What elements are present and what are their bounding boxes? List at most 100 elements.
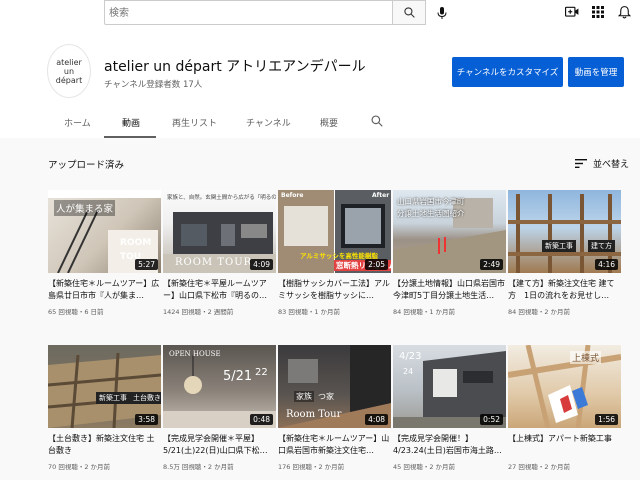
thumbnail-caption: つ家 bbox=[318, 392, 334, 401]
thumbnail-caption: OPEN HOUSE bbox=[169, 350, 221, 358]
customize-channel-button[interactable]: チャンネルをカスタマイズ bbox=[452, 57, 563, 87]
manage-videos-button[interactable]: 動画を管理 bbox=[568, 57, 624, 87]
section-title: アップロード済み bbox=[48, 160, 125, 171]
video-card[interactable]: 家族 つ家 Room Tour 4:08 【新築住宅＊ルームツアー】山口県岩国市… bbox=[278, 345, 391, 471]
tab-channels[interactable]: チャンネル bbox=[246, 116, 291, 129]
channel-avatar[interactable]: atelier un départ bbox=[47, 44, 91, 98]
tab-home[interactable]: ホーム bbox=[64, 116, 91, 129]
video-card[interactable]: 家族と、自然。玄関土間から広がる『明るの家』 ROOM TOUR 4:09 【新… bbox=[163, 190, 276, 316]
thumbnail-caption: 家族と、自然。玄関土間から広がる『明るの家』 bbox=[167, 195, 276, 201]
video-title[interactable]: 【土台敷き】新築注文住宅 土台敷き bbox=[48, 433, 161, 457]
video-thumbnail[interactable]: 家族 つ家 Room Tour 4:08 bbox=[278, 345, 391, 428]
apps-button[interactable] bbox=[590, 4, 606, 20]
video-duration: 4:09 bbox=[250, 259, 273, 270]
thumbnail-caption: 新築工事 bbox=[542, 240, 576, 252]
thumbnail-caption: ROOM bbox=[120, 238, 152, 248]
video-duration: 3:58 bbox=[135, 414, 158, 425]
thumbnail-caption: 5/21 bbox=[223, 369, 253, 384]
video-card[interactable]: 新築工事 土台敷き 3:58 【土台敷き】新築注文住宅 土台敷き 70 回視聴・… bbox=[48, 345, 161, 471]
avatar-line: départ bbox=[55, 75, 83, 85]
video-thumbnail[interactable]: 新築工事 土台敷き 3:58 bbox=[48, 345, 161, 428]
create-button[interactable] bbox=[564, 4, 580, 20]
video-title[interactable]: 【建て方】新築注文住宅 建て方 1日の流れをお見せし… bbox=[508, 278, 621, 302]
video-duration: 4:16 bbox=[595, 259, 618, 270]
video-duration: 2:05 bbox=[365, 259, 388, 270]
video-title[interactable]: 【新築住宅＊平屋ルームツアー】山口県下松市『明るの… bbox=[163, 278, 276, 302]
video-title[interactable]: 【樹脂サッシカバー工法】アルミサッシを樹脂サッシに… bbox=[278, 278, 391, 302]
avatar-line: atelier bbox=[56, 57, 82, 67]
channel-tabs: ホーム 動画 再生リスト チャンネル 概要 bbox=[0, 110, 640, 138]
search-icon bbox=[403, 7, 415, 18]
video-meta: 70 回視聴・2 か月前 bbox=[48, 463, 111, 471]
search-button[interactable] bbox=[392, 0, 426, 25]
video-meta: 83 回視聴・1 か月前 bbox=[278, 308, 341, 316]
search-box[interactable] bbox=[104, 0, 392, 25]
sort-button[interactable]: 並べ替え bbox=[575, 157, 629, 170]
tab-playlists[interactable]: 再生リスト bbox=[172, 116, 217, 129]
tab-videos[interactable]: 動画 bbox=[122, 116, 140, 129]
video-card[interactable]: 上棟式 1:56 【上棟式】アパート新築工事 27 回視聴・2 か月前 bbox=[508, 345, 621, 471]
thumbnail-caption: 新築工事 bbox=[96, 392, 130, 404]
video-duration: 4:08 bbox=[365, 414, 388, 425]
video-title[interactable]: 【分譲土地情報】山口県岩国市今津町5丁目分譲土地生活… bbox=[393, 278, 506, 302]
video-meta: 8.5万 回視聴・2 か月前 bbox=[163, 463, 234, 471]
sort-icon bbox=[575, 159, 587, 168]
mic-icon bbox=[437, 6, 447, 19]
sort-label: 並べ替え bbox=[593, 160, 630, 170]
thumbnail-caption: 土台敷き bbox=[130, 392, 161, 404]
video-card[interactable]: Before After アルミサッシを高性能樹脂 窓断熱リフォーム 2:05 … bbox=[278, 190, 391, 316]
video-card[interactable]: OPEN HOUSE 5/21 22 0:48 【完成見学会開催＊平屋】5/21… bbox=[163, 345, 276, 471]
voice-search-button[interactable] bbox=[430, 0, 454, 25]
video-meta: 65 回視聴・6 日前 bbox=[48, 308, 104, 316]
thumbnail-caption: Before bbox=[281, 192, 304, 199]
thumbnail-caption: Room Tour bbox=[286, 409, 342, 420]
video-duration: 1:56 bbox=[595, 414, 618, 425]
video-title[interactable]: 【新築住宅＊ルームツアー】山口県岩国市新築注文住宅… bbox=[278, 433, 391, 457]
video-title[interactable]: 【完成見学会開催！】4/23.24(土日)岩国市海土路… bbox=[393, 433, 506, 457]
create-video-icon bbox=[565, 6, 579, 17]
thumbnail-caption: 4/23 bbox=[399, 351, 422, 362]
video-title[interactable]: 【上棟式】アパート新築工事 bbox=[508, 433, 621, 457]
notifications-button[interactable] bbox=[616, 4, 632, 20]
video-card[interactable]: 山口県岩国市今津町 分譲土地生活圏紹介 2:49 【分譲土地情報】山口県岩国市今… bbox=[393, 190, 506, 316]
thumbnail-caption: 上棟式 bbox=[570, 351, 602, 364]
thumbnail-caption: After bbox=[372, 192, 390, 199]
video-duration: 2:49 bbox=[480, 259, 503, 270]
video-thumbnail[interactable]: Before After アルミサッシを高性能樹脂 窓断熱リフォーム 2:05 bbox=[278, 190, 391, 273]
channel-search-icon[interactable] bbox=[370, 114, 384, 128]
video-card[interactable]: 4/23 24 0:52 【完成見学会開催！】4/23.24(土日)岩国市海土路… bbox=[393, 345, 506, 471]
subscriber-count: チャンネル登録者数 17人 bbox=[104, 80, 203, 90]
avatar-line: un bbox=[63, 66, 75, 76]
active-tab-indicator bbox=[104, 136, 156, 138]
video-card[interactable]: 人が集まる家 ROOM TOU 5:27 【新築住宅＊ルームツアー】広島県廿日市… bbox=[48, 190, 161, 316]
video-duration: 0:52 bbox=[480, 414, 503, 425]
video-thumbnail[interactable]: 人が集まる家 ROOM TOU 5:27 bbox=[48, 190, 161, 273]
channel-header: atelier un départ atelier un départ アトリエ… bbox=[0, 28, 640, 138]
video-meta: 27 回視聴・2 か月前 bbox=[508, 463, 571, 471]
video-meta: 1424 回視聴・2 週間前 bbox=[163, 308, 234, 316]
video-thumbnail[interactable]: OPEN HOUSE 5/21 22 0:48 bbox=[163, 345, 276, 428]
video-thumbnail[interactable]: 4/23 24 0:52 bbox=[393, 345, 506, 428]
video-title[interactable]: 【完成見学会開催＊平屋】5/21(土)22(日)山口県下松… bbox=[163, 433, 276, 457]
channel-name: atelier un départ アトリエアンデパール bbox=[104, 59, 366, 75]
bell-icon bbox=[617, 6, 631, 19]
video-thumbnail[interactable]: 家族と、自然。玄関土間から広がる『明るの家』 ROOM TOUR 4:09 bbox=[163, 190, 276, 273]
thumbnail-caption: 家族 bbox=[294, 391, 314, 402]
masthead bbox=[0, 0, 640, 28]
thumbnail-caption: 山口県岩国市今津町 bbox=[397, 197, 465, 206]
video-thumbnail[interactable]: 上棟式 1:56 bbox=[508, 345, 621, 428]
video-thumbnail[interactable]: 山口県岩国市今津町 分譲土地生活圏紹介 2:49 bbox=[393, 190, 506, 273]
search-input[interactable] bbox=[105, 2, 392, 25]
video-duration: 5:27 bbox=[135, 259, 158, 270]
thumbnail-caption: 22 bbox=[255, 367, 268, 378]
video-meta: 84 回視聴・1 か月前 bbox=[393, 308, 456, 316]
thumbnail-caption: 24 bbox=[403, 367, 414, 376]
video-meta: 84 回視聴・2 か月前 bbox=[508, 308, 571, 316]
video-title[interactable]: 【新築住宅＊ルームツアー】広島県廿日市市『人が集ま… bbox=[48, 278, 161, 302]
video-thumbnail[interactable]: 新築工事 建て方 4:16 bbox=[508, 190, 621, 273]
tab-about[interactable]: 概要 bbox=[320, 116, 338, 129]
video-card[interactable]: 新築工事 建て方 4:16 【建て方】新築注文住宅 建て方 1日の流れをお見せし… bbox=[508, 190, 621, 316]
apps-grid-icon bbox=[592, 6, 604, 18]
thumbnail-caption: 分譲土地生活圏紹介 bbox=[397, 209, 465, 218]
video-duration: 0:48 bbox=[250, 414, 273, 425]
